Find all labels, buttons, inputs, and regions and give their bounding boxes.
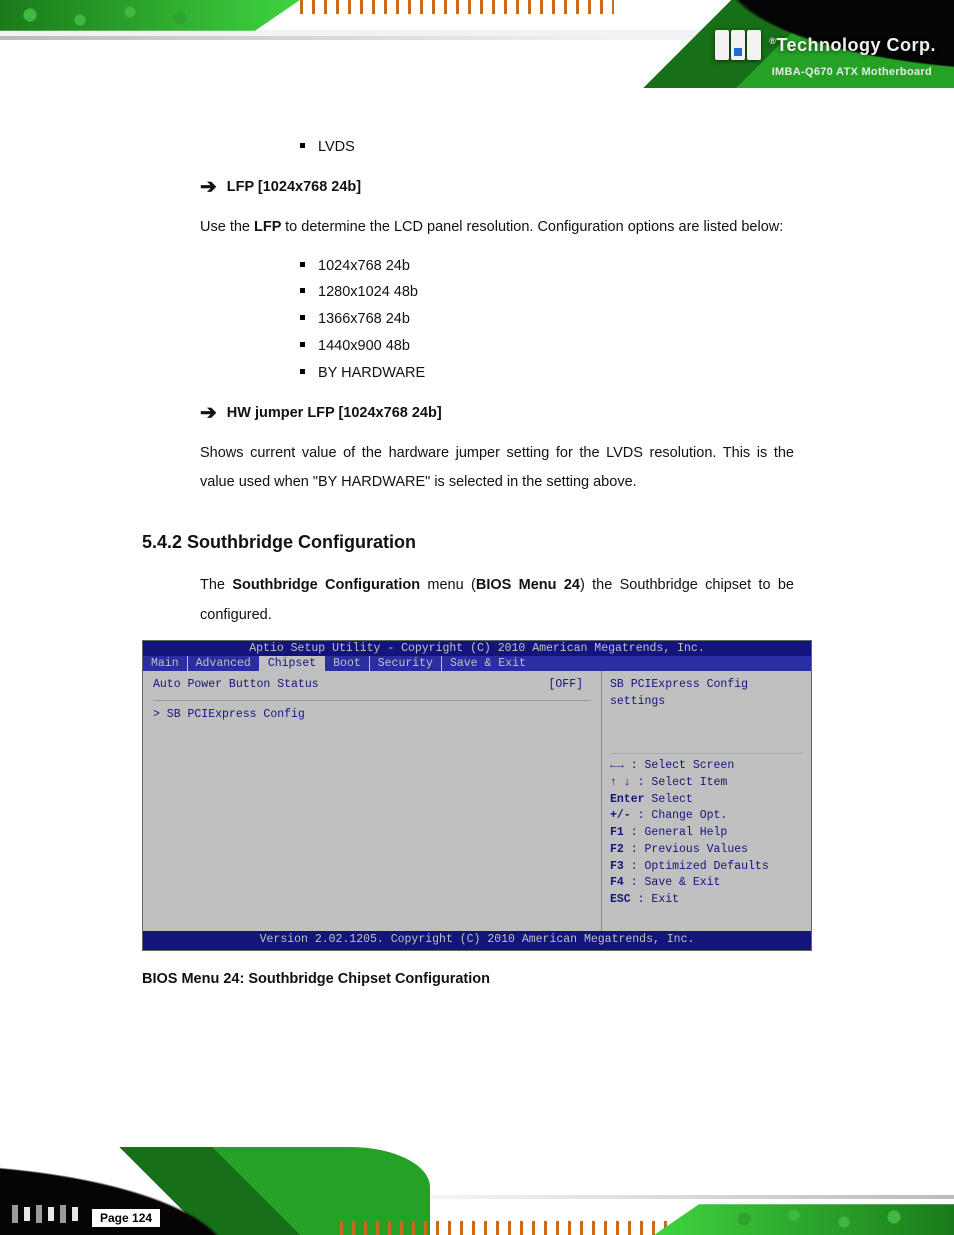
circuit-art-right (654, 1147, 954, 1235)
tick-strip-bottom (340, 1221, 674, 1235)
bios-nav-line: Enter Select (610, 792, 803, 809)
bios-menu-tab[interactable]: Boot (325, 656, 369, 671)
list-item: LVDS (300, 134, 794, 161)
key-label: ESC (610, 893, 631, 906)
key-desc: : General Help (624, 826, 728, 839)
product-line: IMBA-Q670 ATX Motherboard (772, 66, 932, 78)
sb-paragraph: The Southbridge Configuration menu (BIOS… (200, 571, 794, 630)
bios-submenu-item[interactable]: > SB PCIExpress Config (153, 707, 591, 724)
key-desc: : Change Opt. (631, 809, 728, 822)
bios-setting-value: [OFF] (548, 677, 583, 694)
option-title: LFP [1024x768 24b] (227, 179, 361, 195)
section-heading: 5.4.2 Southbridge Configuration (142, 532, 794, 553)
run: The (200, 577, 232, 593)
divider (610, 753, 803, 754)
key-label: F1 (610, 826, 624, 839)
bios-footer: Version 2.02.1205. Copyright (C) 2010 Am… (143, 931, 811, 950)
gray-stripe-bottom (340, 1195, 954, 1199)
list-item: BY HARDWARE (300, 360, 794, 387)
bios-nav-help: ←→ : Select Screen↑ ↓ : Select ItemEnter… (610, 758, 803, 908)
key-desc: : Previous Values (624, 843, 748, 856)
bios-setting-label: Auto Power Button Status (153, 677, 319, 694)
bios-menu-tab[interactable]: Main (143, 656, 187, 671)
key-label: Enter (610, 793, 645, 806)
bios-help-pane: SB PCIExpress Config settings ←→ : Selec… (601, 671, 811, 931)
run-bold: Southbridge Configuration (232, 577, 420, 593)
gray-stripe-top (0, 36, 614, 40)
bios-nav-line: F3 : Optimized Defaults (610, 859, 803, 876)
bios-menu-tab[interactable]: Security (370, 656, 441, 671)
bios-nav-line: F4 : Save & Exit (610, 875, 803, 892)
footer-banner: Page 124 (0, 1147, 954, 1235)
lfp-paragraph: Use the LFP to determine the LCD panel r… (200, 213, 794, 243)
option-title: HW jumper LFP [1024x768 24b] (227, 405, 442, 421)
bios-menu-ref: BIOS Menu 24 (476, 577, 580, 593)
bios-title-bar: Aptio Setup Utility - Copyright (C) 2010… (143, 641, 811, 656)
list-item: 1280x1024 48b (300, 279, 794, 306)
key-label: F3 (610, 860, 624, 873)
list-item: 1366x768 24b (300, 306, 794, 333)
list-item: 1024x768 24b (300, 253, 794, 280)
run: Use the (200, 219, 254, 235)
bios-screenshot: Aptio Setup Utility - Copyright (C) 2010… (142, 640, 812, 951)
arrow-right-icon: ➔ (200, 403, 217, 423)
key-label: ←→ (610, 759, 624, 772)
divider (153, 700, 591, 701)
key-desc: : Optimized Defaults (624, 860, 769, 873)
bios-nav-line: ESC : Exit (610, 892, 803, 909)
run: menu ( (420, 577, 476, 593)
option-heading-hwjumper: ➔ HW jumper LFP [1024x768 24b] (200, 405, 794, 423)
bios-nav-line: F1 : General Help (610, 825, 803, 842)
bios-menu-tab[interactable]: Save & Exit (442, 656, 534, 671)
page-strip-icon (12, 1205, 78, 1223)
bios-setting-row: Auto Power Button Status [OFF] (153, 677, 591, 694)
lfp-option-list: 1024x768 24b1280x1024 48b1366x768 24b144… (300, 253, 794, 387)
key-label: F2 (610, 843, 624, 856)
key-label: F4 (610, 876, 624, 889)
circuit-art-left (0, 0, 300, 88)
key-desc: : Select Screen (624, 759, 734, 772)
bios-left-pane: Auto Power Button Status [OFF] > SB PCIE… (143, 671, 601, 931)
bios-nav-line: +/- : Change Opt. (610, 808, 803, 825)
bios-nav-line: ←→ : Select Screen (610, 758, 803, 775)
key-label: +/- (610, 809, 631, 822)
arrow-right-icon: ➔ (200, 177, 217, 197)
page-number: Page 124 (92, 1209, 160, 1227)
key-desc: : Exit (631, 893, 679, 906)
key-desc: : Select Item (631, 776, 728, 789)
bios-help-text: SB PCIExpress Config settings (610, 677, 803, 749)
hw-jumper-paragraph: Shows current value of the hardware jump… (200, 439, 794, 498)
key-desc: : Save & Exit (624, 876, 721, 889)
bios-nav-line: ↑ ↓ : Select Item (610, 775, 803, 792)
brand-text: ®Technology Corp. (769, 35, 936, 56)
bios-nav-line: F2 : Previous Values (610, 842, 803, 859)
option-heading-lfp: ➔ LFP [1024x768 24b] (200, 179, 794, 197)
run-bold: LFP (254, 219, 285, 235)
key-label: ↑ ↓ (610, 776, 631, 789)
bios-menu-tab[interactable]: Chipset (260, 656, 324, 671)
bios-body: Auto Power Button Status [OFF] > SB PCIE… (143, 671, 811, 931)
bios-menubar: MainAdvancedChipsetBootSecuritySave & Ex… (143, 656, 811, 671)
logo-icon (715, 30, 761, 60)
key-desc: Select (645, 793, 693, 806)
brand-logo: ®Technology Corp. (715, 30, 936, 60)
list-item: 1440x900 48b (300, 333, 794, 360)
header-banner: ®Technology Corp. IMBA-Q670 ATX Motherbo… (0, 0, 954, 88)
top-bullet-list: LVDS (300, 134, 794, 161)
bios-menu-tab[interactable]: Advanced (188, 656, 259, 671)
page-content: LVDS ➔ LFP [1024x768 24b] Use the LFP to… (0, 88, 954, 987)
bios-caption: BIOS Menu 24: Southbridge Chipset Config… (142, 971, 794, 987)
run: to determine the LCD panel resolution. C… (285, 219, 783, 235)
